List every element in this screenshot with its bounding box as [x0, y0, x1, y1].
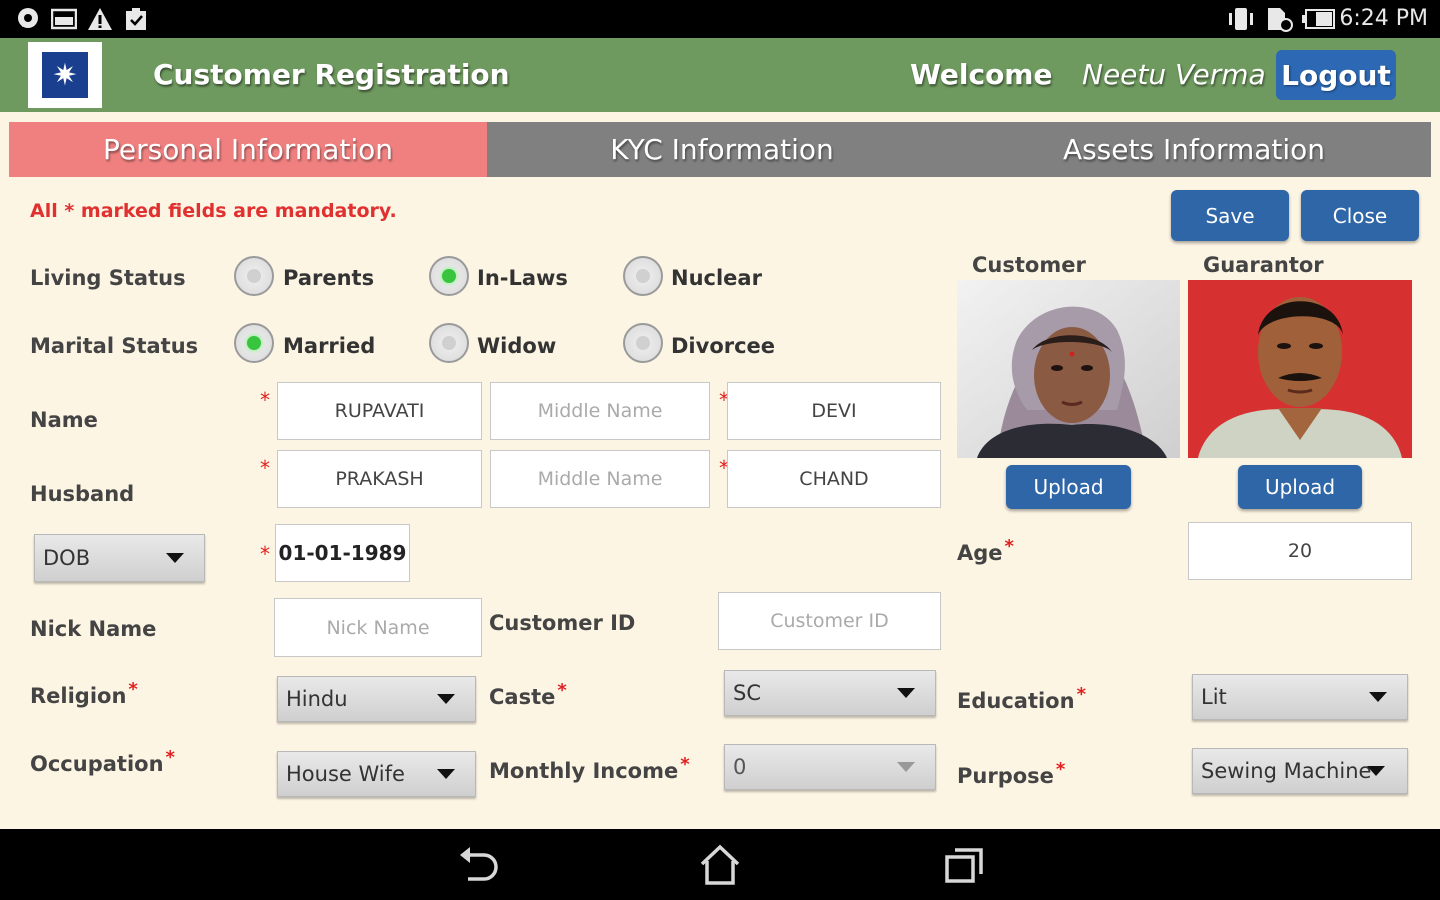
- chevron-down-icon: [166, 553, 184, 563]
- monthly-income-value: 0: [733, 755, 747, 779]
- recent-apps-icon[interactable]: [940, 843, 990, 887]
- radio-parents[interactable]: [234, 256, 274, 296]
- husband-middle-name-input[interactable]: Middle Name: [490, 450, 710, 508]
- dob-type-dropdown[interactable]: DOB: [34, 534, 205, 582]
- education-label: Education *: [957, 684, 1086, 713]
- chevron-down-icon: [897, 688, 915, 698]
- clipboard-icon: [122, 6, 150, 32]
- age-input[interactable]: 20: [1188, 522, 1412, 580]
- customer-id-label: Customer ID: [489, 611, 636, 635]
- purpose-dropdown[interactable]: Sewing Machine: [1192, 748, 1408, 794]
- radio-nuclear[interactable]: [623, 256, 663, 296]
- required-marker: *: [260, 456, 270, 480]
- marital-status-label: Marital Status: [30, 334, 199, 358]
- customer-photo: [957, 280, 1180, 458]
- customer-upload-button[interactable]: Upload: [1006, 465, 1131, 509]
- tab-kyc-information[interactable]: KYC Information: [487, 122, 957, 177]
- app-logo: ✷: [28, 42, 102, 108]
- back-icon[interactable]: [453, 843, 503, 887]
- middle-name-input[interactable]: Middle Name: [490, 382, 710, 440]
- sim-icon: [1264, 6, 1294, 32]
- navigation-bar: [0, 829, 1440, 900]
- battery-icon: [1302, 6, 1336, 32]
- dob-input[interactable]: 01-01-1989: [275, 524, 410, 582]
- chevron-down-icon: [1369, 692, 1387, 702]
- vibrate-icon: [1226, 6, 1256, 32]
- age-label: Age *: [957, 536, 1014, 565]
- caste-label: Caste *: [489, 680, 567, 709]
- husband-last-name-input[interactable]: CHAND: [727, 450, 941, 508]
- name-label: Name: [30, 408, 98, 432]
- required-marker: *: [260, 542, 270, 566]
- husband-label: Husband: [30, 482, 135, 506]
- radio-married-label: Married: [283, 334, 376, 358]
- purpose-value: Sewing Machine: [1201, 759, 1372, 783]
- save-button[interactable]: Save: [1171, 190, 1289, 241]
- living-status-label: Living Status: [30, 266, 186, 290]
- chevron-down-icon: [437, 769, 455, 779]
- required-marker: *: [260, 388, 270, 412]
- caste-value: SC: [733, 681, 761, 705]
- religion-dropdown[interactable]: Hindu: [277, 676, 476, 722]
- logout-button[interactable]: Logout: [1276, 50, 1396, 100]
- religion-value: Hindu: [286, 687, 348, 711]
- husband-first-name-input[interactable]: PRAKASH: [277, 450, 482, 508]
- customer-id-input[interactable]: Customer ID: [718, 592, 941, 650]
- radio-married[interactable]: [234, 323, 274, 363]
- education-value: Lit: [1201, 685, 1227, 709]
- logo-star-icon: ✷: [42, 52, 88, 98]
- radio-widow[interactable]: [429, 323, 469, 363]
- clock: 6:24 PM: [1339, 6, 1428, 31]
- radio-in-laws[interactable]: [429, 256, 469, 296]
- status-bar: 6:24 PM: [0, 0, 1440, 38]
- image-icon: [50, 6, 78, 32]
- occupation-value: House Wife: [286, 762, 405, 786]
- education-dropdown[interactable]: Lit: [1192, 674, 1408, 720]
- close-button[interactable]: Close: [1301, 190, 1419, 241]
- dob-type-value: DOB: [43, 546, 91, 570]
- nick-name-label: Nick Name: [30, 617, 157, 641]
- user-name: Neetu Verma: [1082, 58, 1266, 91]
- chat-icon: [14, 6, 42, 32]
- mandatory-note: All * marked fields are mandatory.: [30, 200, 397, 222]
- welcome-text: Welcome: [910, 58, 1053, 91]
- occupation-label: Occupation *: [30, 747, 175, 776]
- monthly-income-label: Monthly Income *: [489, 754, 690, 783]
- page-title: Customer Registration: [153, 58, 510, 91]
- caste-dropdown[interactable]: SC: [724, 670, 936, 716]
- chevron-down-icon: [1367, 766, 1385, 776]
- customer-photo-label: Customer: [972, 253, 1086, 277]
- guarantor-upload-button[interactable]: Upload: [1238, 465, 1362, 509]
- radio-parents-label: Parents: [283, 266, 375, 290]
- tab-assets-information[interactable]: Assets Information: [957, 122, 1431, 177]
- chevron-down-icon: [897, 762, 915, 772]
- warning-icon: [86, 6, 114, 32]
- guarantor-photo: [1188, 280, 1412, 458]
- last-name-input[interactable]: DEVI: [727, 382, 941, 440]
- radio-divorcee-label: Divorcee: [671, 334, 776, 358]
- chevron-down-icon: [437, 694, 455, 704]
- home-icon[interactable]: [695, 843, 745, 887]
- purpose-label: Purpose *: [957, 759, 1066, 788]
- radio-divorcee[interactable]: [623, 323, 663, 363]
- radio-nuclear-label: Nuclear: [671, 266, 762, 290]
- tab-bar: Personal Information KYC Information Ass…: [9, 122, 1431, 177]
- tab-personal-information[interactable]: Personal Information: [9, 122, 487, 177]
- guarantor-photo-label: Guarantor: [1203, 253, 1324, 277]
- radio-in-laws-label: In-Laws: [477, 266, 568, 290]
- religion-label: Religion *: [30, 679, 138, 708]
- nick-name-input[interactable]: Nick Name: [274, 598, 482, 657]
- first-name-input[interactable]: RUPAVATI: [277, 382, 482, 440]
- monthly-income-dropdown[interactable]: 0: [724, 744, 936, 790]
- occupation-dropdown[interactable]: House Wife: [277, 751, 476, 797]
- radio-widow-label: Widow: [477, 334, 557, 358]
- app-bar: ✷ Customer Registration Welcome Neetu Ve…: [0, 38, 1440, 112]
